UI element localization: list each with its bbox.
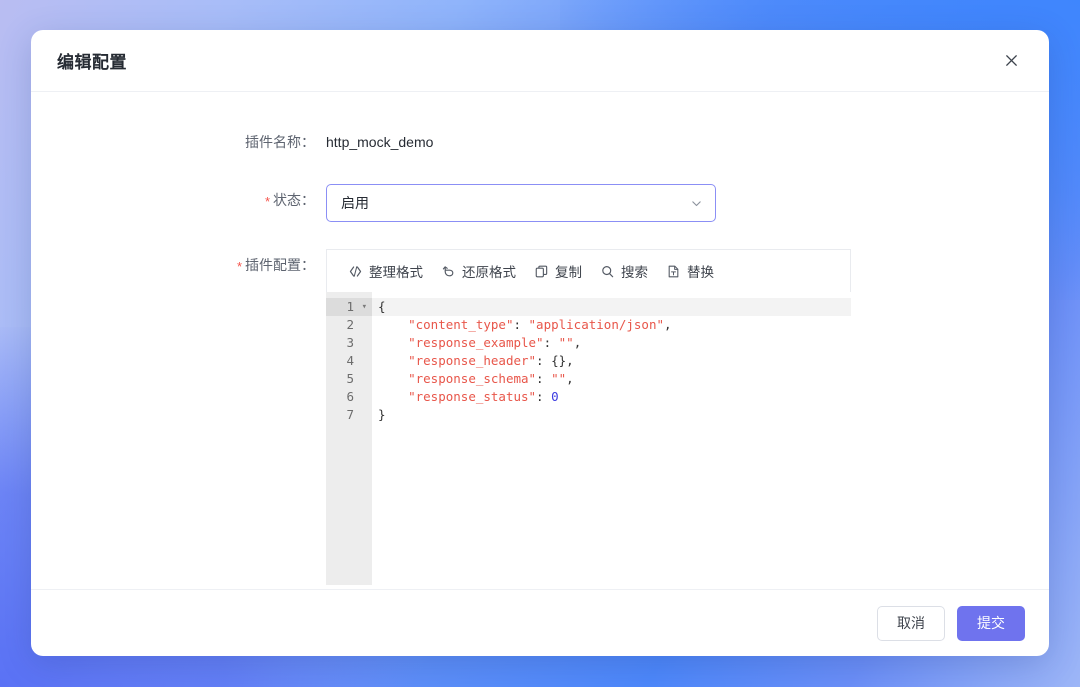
code-token-key: "content_type" bbox=[408, 317, 514, 332]
search-button-label: 搜索 bbox=[621, 265, 648, 280]
code-line: "response_example": "", bbox=[378, 334, 851, 352]
form-row-status: * 状态： 启用 bbox=[31, 184, 1049, 222]
code-token-punc bbox=[378, 371, 408, 386]
fold-toggle-icon[interactable]: ▾ bbox=[362, 298, 367, 316]
replace-button[interactable]: 替换 bbox=[657, 257, 723, 285]
gutter-line-number: 3 bbox=[346, 335, 354, 350]
code-token-punc bbox=[378, 353, 408, 368]
dialog-title: 编辑配置 bbox=[57, 53, 127, 72]
dialog-footer: 取消 提交 bbox=[31, 589, 1049, 656]
dialog-header: 编辑配置 bbox=[31, 30, 1049, 92]
close-icon[interactable] bbox=[997, 47, 1025, 75]
plugin-name-value: http_mock_demo bbox=[326, 134, 434, 150]
chevron-down-icon bbox=[690, 197, 703, 210]
gutter-line-number: 2 bbox=[346, 317, 354, 332]
undo-arrow-icon bbox=[441, 264, 456, 279]
code-token-punc: } bbox=[378, 407, 386, 422]
editor-toolbar: 整理格式 还原格式 复制 搜索 替换 bbox=[326, 249, 851, 292]
copy-icon bbox=[534, 264, 549, 279]
code-token-str: "" bbox=[558, 335, 574, 350]
code-token-punc: , bbox=[664, 317, 672, 332]
code-line: "response_schema": "", bbox=[378, 370, 851, 388]
cancel-button[interactable]: 取消 bbox=[877, 605, 945, 641]
code-line: "content_type": "application/json", bbox=[378, 316, 851, 334]
plugin-config-label-text: 插件配置： bbox=[245, 257, 315, 273]
dialog-body: 插件名称： http_mock_demo * 状态： 启用 * 插件配置： 整理… bbox=[31, 92, 1049, 589]
gutter-line-number: 4 bbox=[346, 353, 354, 368]
status-label-text: 状态： bbox=[273, 192, 315, 208]
plugin-config-label: * 插件配置： bbox=[31, 249, 326, 282]
code-brackets-icon bbox=[348, 264, 363, 279]
status-label: * 状态： bbox=[31, 184, 326, 217]
search-button[interactable]: 搜索 bbox=[591, 257, 657, 285]
required-star: * bbox=[236, 259, 242, 274]
code-token-punc: : bbox=[543, 335, 559, 350]
copy-button-label: 复制 bbox=[555, 265, 582, 280]
replace-button-label: 替换 bbox=[687, 265, 714, 280]
code-token-punc bbox=[378, 317, 408, 332]
search-icon bbox=[600, 264, 615, 279]
edit-config-dialog: 编辑配置 插件名称： http_mock_demo * 状态： 启用 * 插件配… bbox=[31, 30, 1049, 656]
code-token-punc: , bbox=[573, 335, 582, 350]
code-token-key: "response_status" bbox=[408, 389, 537, 404]
code-line: "response_header": {}, bbox=[378, 352, 851, 370]
code-token-num: 0 bbox=[551, 389, 559, 404]
code-line: "response_status": 0 bbox=[378, 388, 851, 406]
plugin-name-label: 插件名称： bbox=[245, 134, 315, 150]
gutter-line-number: 1 ▾ bbox=[326, 298, 372, 316]
code-token-punc: : bbox=[513, 317, 529, 332]
code-token-key: "response_header" bbox=[408, 353, 537, 368]
format-button[interactable]: 整理格式 bbox=[339, 257, 432, 285]
code-token-punc: : bbox=[536, 371, 552, 386]
code-line: { bbox=[372, 298, 851, 316]
editor-gutter: 1 ▾ 2 3 4 5 6 7 bbox=[326, 292, 372, 585]
json-editor: 整理格式 还原格式 复制 搜索 替换 1 ▾ 2 3 4 5 6 7 {"co… bbox=[326, 249, 851, 585]
gutter-line-number: 5 bbox=[346, 371, 354, 386]
code-token-punc: {}, bbox=[551, 353, 574, 368]
gutter-line-number: 6 bbox=[346, 389, 354, 404]
restore-format-button[interactable]: 还原格式 bbox=[432, 257, 525, 285]
code-token-key: "response_schema" bbox=[408, 371, 537, 386]
restore-format-button-label: 还原格式 bbox=[462, 265, 516, 280]
copy-button[interactable]: 复制 bbox=[525, 257, 591, 285]
form-row-plugin-name: 插件名称： http_mock_demo bbox=[31, 126, 1049, 158]
code-token-punc bbox=[378, 335, 408, 350]
submit-button[interactable]: 提交 bbox=[957, 605, 1025, 641]
required-star: * bbox=[264, 194, 270, 209]
code-token-str: "application/json" bbox=[528, 317, 664, 332]
replace-text-icon bbox=[666, 264, 681, 279]
code-token-punc: { bbox=[378, 299, 386, 314]
status-select[interactable]: 启用 bbox=[326, 184, 716, 222]
format-button-label: 整理格式 bbox=[369, 265, 423, 280]
editor-code-area[interactable]: 1 ▾ 2 3 4 5 6 7 { "content_type": "application/… bbox=[326, 292, 851, 585]
code-token-punc: : bbox=[536, 353, 552, 368]
code-token-punc bbox=[378, 389, 408, 404]
code-token-punc: : bbox=[536, 389, 552, 404]
gutter-line-number: 7 bbox=[346, 407, 354, 422]
close-glyph bbox=[1005, 55, 1017, 66]
code-token-str: "" bbox=[551, 371, 567, 386]
code-token-key: "response_example" bbox=[408, 335, 544, 350]
editor-code-lines[interactable]: { "content_type": "application/json", "r… bbox=[372, 292, 851, 585]
code-token-punc: , bbox=[566, 371, 574, 386]
status-select-value: 启用 bbox=[341, 195, 369, 211]
code-line: } bbox=[378, 406, 851, 424]
form-row-plugin-config: * 插件配置： 整理格式 还原格式 复制 搜索 替换 1 ▾ 2 3 4 5 6… bbox=[31, 249, 1049, 585]
